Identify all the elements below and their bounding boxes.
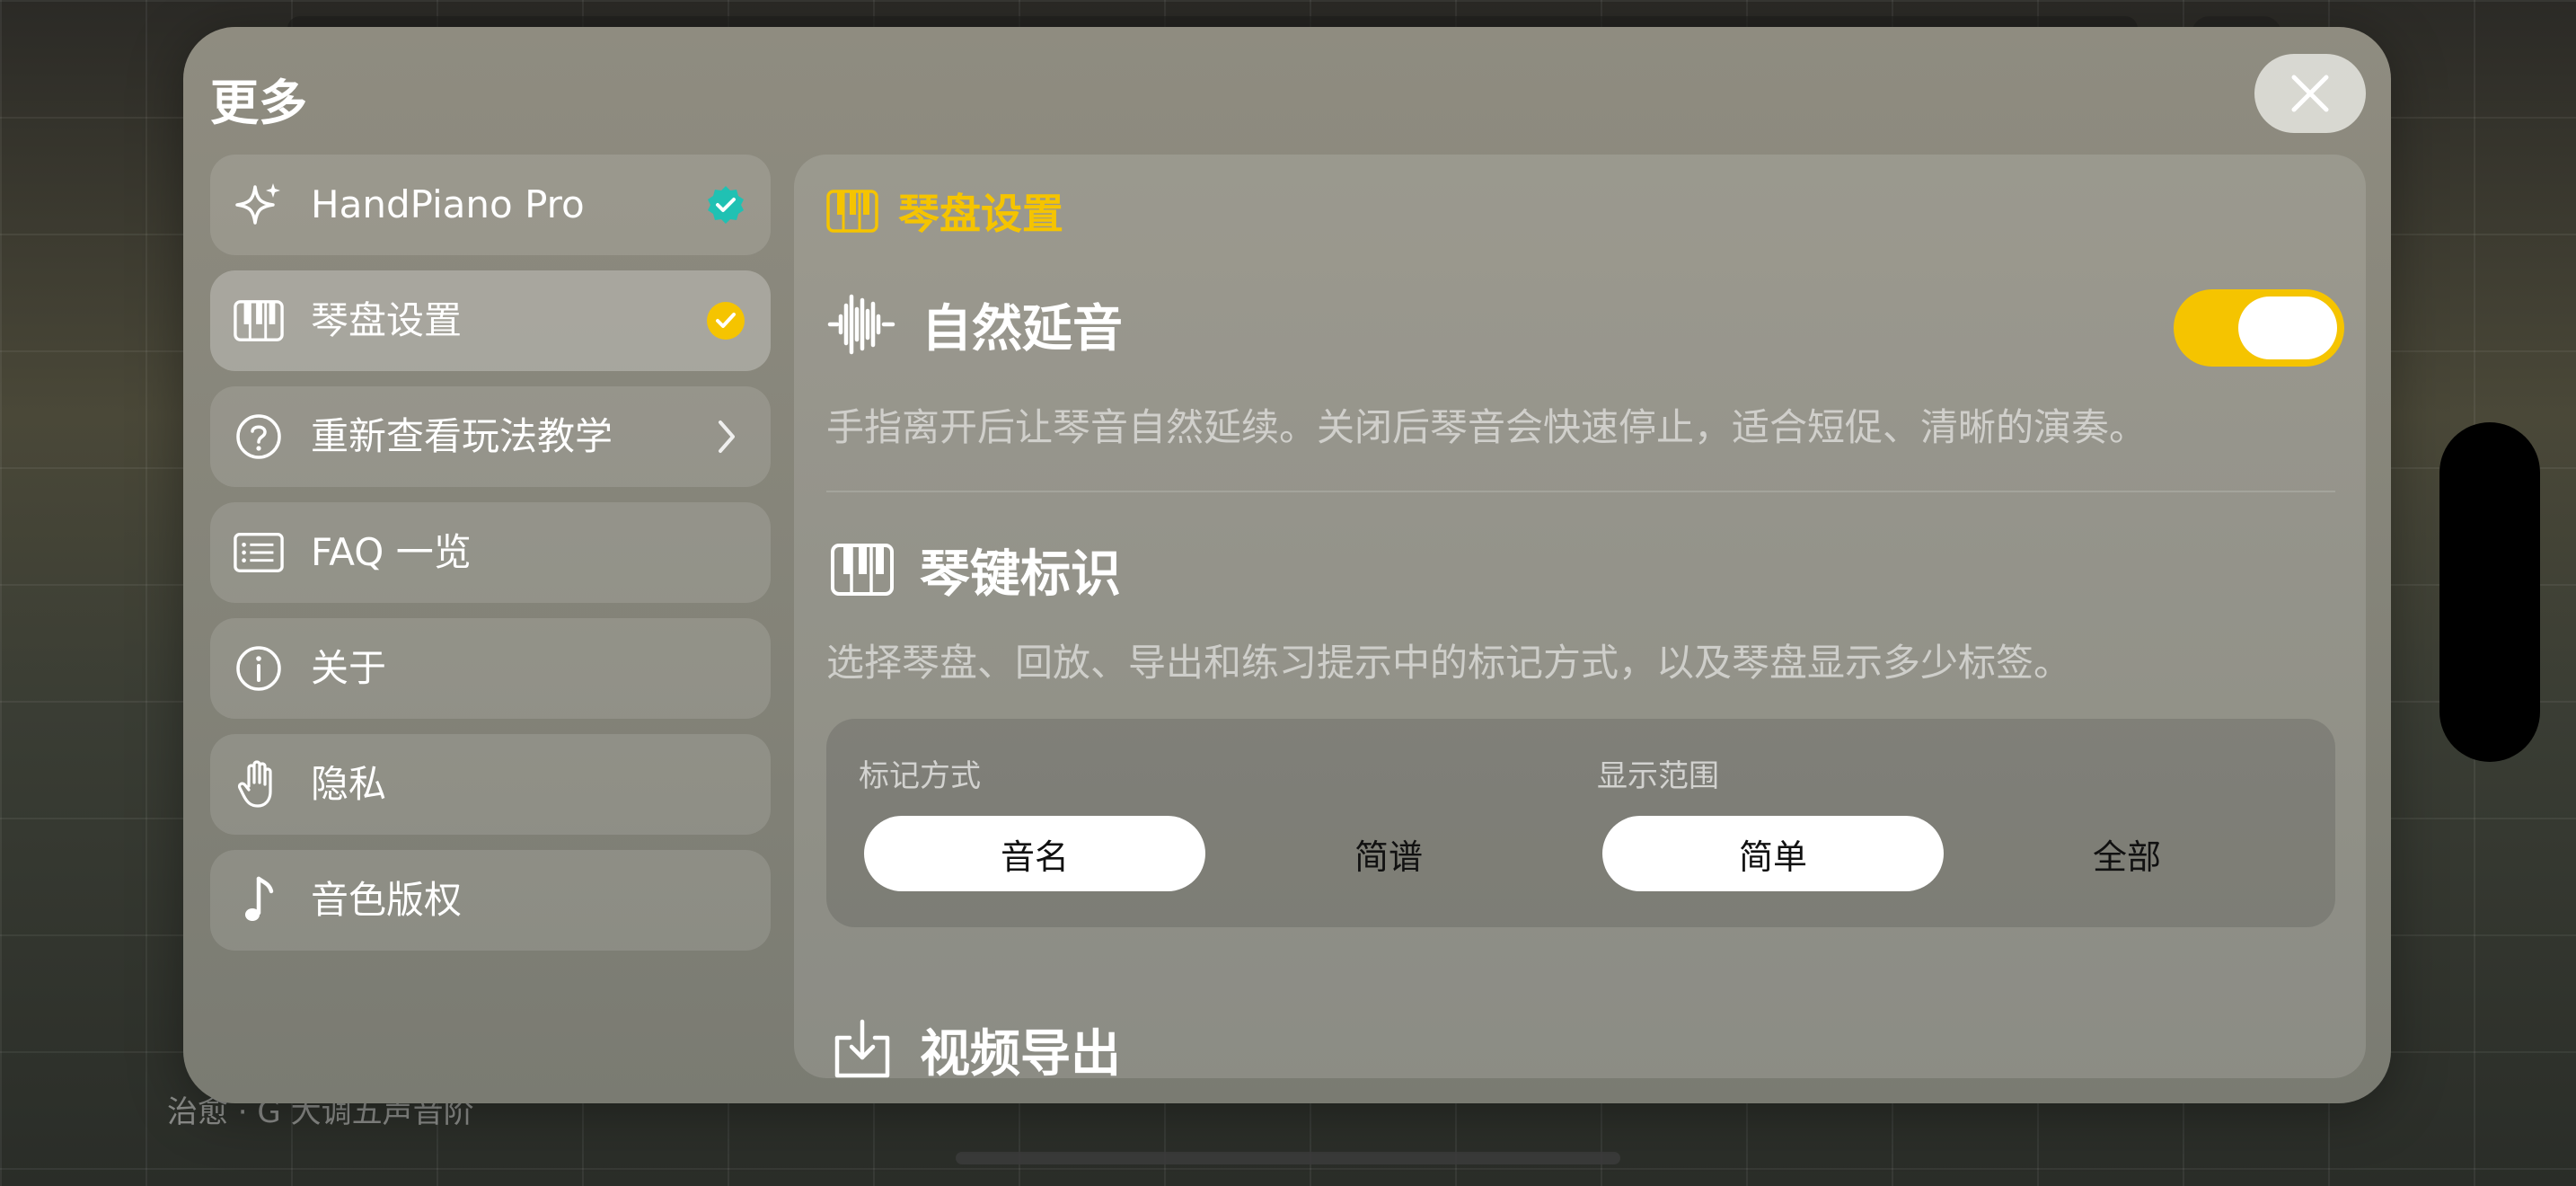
sidebar-item-label: HandPiano Pro (311, 182, 585, 226)
mark-style-option-note-name[interactable]: 音名 (864, 816, 1205, 891)
chevron-right-icon (704, 415, 747, 458)
check-circle-icon (704, 299, 747, 342)
question-circle-icon (234, 412, 284, 462)
key-labels-description: 选择琴盘、回放、导出和练习提示中的标记方式，以及琴盘显示多少标签。 (826, 641, 2072, 685)
sidebar-item-sound-copyright[interactable]: 音色版权 (210, 850, 771, 951)
display-range-group: 显示范围 简单 全部 (1565, 719, 2274, 927)
music-note-icon (234, 875, 284, 925)
display-range-option-simple[interactable]: 简单 (1602, 816, 1944, 891)
piano-keys-icon (826, 190, 878, 233)
natural-sustain-title: 自然延音 (922, 299, 1123, 358)
display-range-label: 显示范围 (1597, 758, 1719, 794)
key-labels-title: 琴键标识 (920, 544, 1121, 604)
close-button[interactable] (2254, 54, 2366, 133)
sidebar-item-label: FAQ 一览 (311, 530, 472, 574)
keyboard-settings-panel: 琴盘设置 自然延音 手指离开后让琴音自然延续。关闭后琴音会快速停止，适合短促、清… (794, 155, 2366, 1078)
display-range-option-all[interactable]: 全部 (1956, 816, 2298, 891)
section-title: 琴盘设置 (898, 190, 1063, 238)
natural-sustain-description: 手指离开后让琴音自然延续。关闭后琴音会快速停止，适合短促、清晰的演奏。 (826, 405, 2148, 449)
piano-keys-icon (234, 296, 284, 346)
sidebar-item-tutorial[interactable]: 重新查看玩法教学 (210, 386, 771, 487)
piano-keys-icon (831, 544, 894, 596)
close-icon (2291, 75, 2329, 112)
video-export-row: 视频导出 (830, 1013, 1121, 1078)
side-handle[interactable] (2439, 422, 2540, 762)
sidebar-item-handpiano-pro[interactable]: HandPiano Pro (210, 155, 771, 255)
toggle-knob (2238, 296, 2337, 359)
home-indicator[interactable] (956, 1152, 1620, 1164)
list-icon (234, 527, 284, 578)
video-export-title: 视频导出 (920, 1024, 1121, 1079)
mark-style-option-numbered[interactable]: 简谱 (1218, 816, 1559, 891)
sidebar-item-label: 隐私 (311, 762, 387, 806)
hand-icon (234, 759, 284, 810)
sparkle-icon (234, 180, 284, 230)
waveform-icon (827, 294, 895, 355)
sidebar: HandPiano Pro 琴盘设置 重新查看玩法教学 FAQ 一览 关于 隐私… (210, 155, 771, 966)
mark-style-label: 标记方式 (859, 758, 981, 794)
sidebar-item-keyboard-settings[interactable]: 琴盘设置 (210, 270, 771, 371)
section-header: 琴盘设置 (826, 181, 1063, 241)
sidebar-item-label: 关于 (311, 646, 387, 690)
sidebar-item-faq[interactable]: FAQ 一览 (210, 502, 771, 603)
info-circle-icon (234, 643, 284, 694)
key-labels-options-box: 标记方式 音名 简谱 显示范围 简单 全部 (826, 719, 2335, 927)
key-labels-row: 琴键标识 (830, 534, 1121, 606)
more-modal: 更多 HandPiano Pro 琴盘设置 重新查看玩法教学 FAQ 一览 关于… (183, 27, 2391, 1103)
sidebar-item-privacy[interactable]: 隐私 (210, 734, 771, 835)
mark-style-group: 标记方式 音名 简谱 (826, 719, 1536, 927)
sidebar-item-label: 音色版权 (311, 878, 463, 922)
natural-sustain-toggle[interactable] (2174, 289, 2344, 367)
divider (826, 491, 2335, 492)
natural-sustain-row: 自然延音 (826, 286, 2366, 363)
sidebar-item-about[interactable]: 关于 (210, 618, 771, 719)
modal-title: 更多 (210, 75, 307, 131)
sidebar-item-label: 重新查看玩法教学 (311, 414, 613, 458)
verified-badge-icon (704, 183, 747, 226)
sidebar-item-label: 琴盘设置 (311, 298, 463, 342)
export-icon (834, 1019, 890, 1078)
